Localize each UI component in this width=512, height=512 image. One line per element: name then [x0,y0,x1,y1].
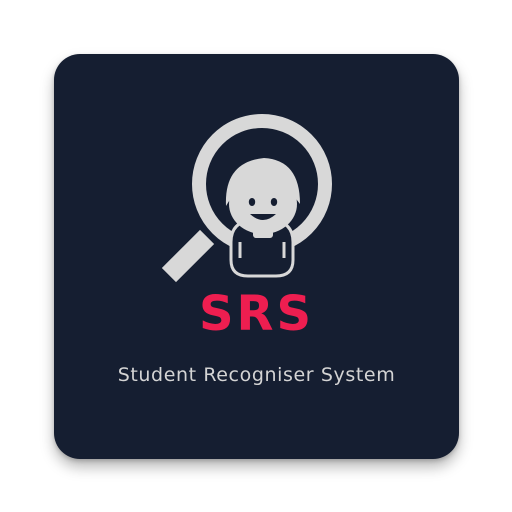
app-acronym: SRS [198,286,315,342]
magnifier-student-icon [161,114,332,283]
app-full-name: Student Recogniser System [117,364,396,386]
stage: SRS Student Recogniser System [0,0,512,512]
app-icon[interactable]: SRS Student Recogniser System [54,54,459,459]
magnifier-handle [161,229,215,283]
student-eye-left [248,198,256,206]
student-eye-right [270,198,278,206]
student-face [229,174,297,234]
